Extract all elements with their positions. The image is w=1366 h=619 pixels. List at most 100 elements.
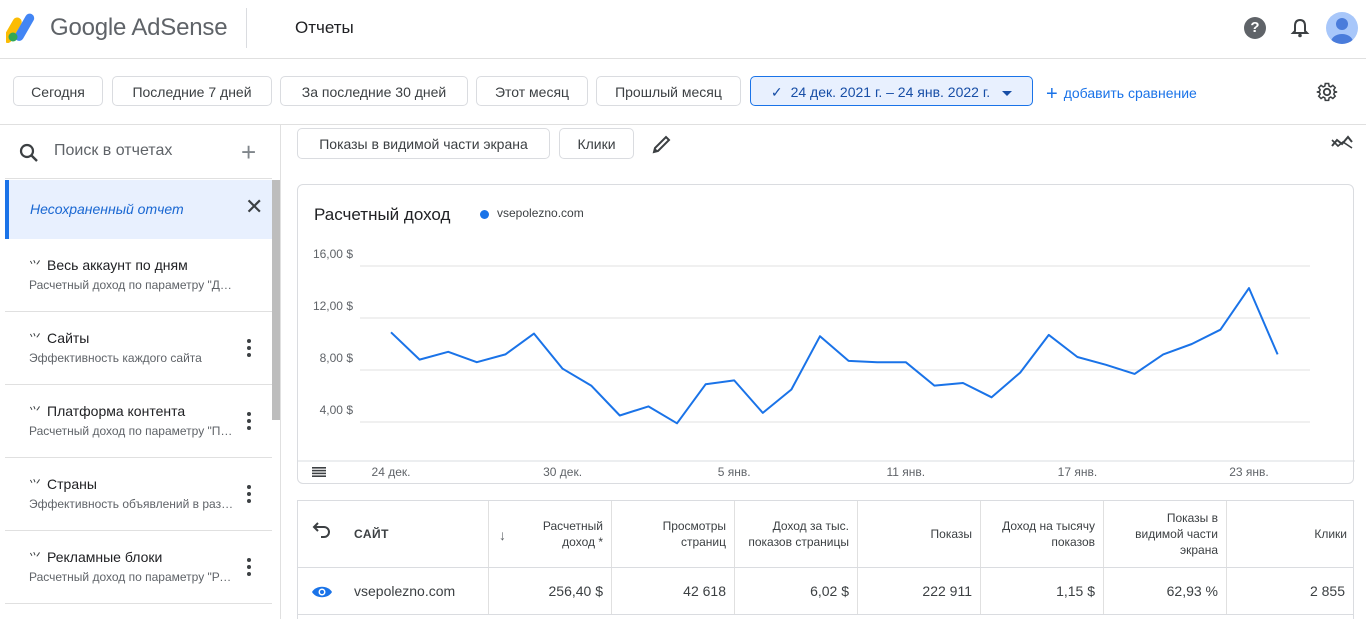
data-point[interactable] xyxy=(617,413,623,419)
add-comparison-button[interactable]: + добавить сравнение xyxy=(1046,83,1197,106)
adsense-logo-icon[interactable] xyxy=(6,10,42,44)
data-point[interactable] xyxy=(1103,362,1109,368)
data-point[interactable] xyxy=(903,359,909,365)
col-header-estimated-revenue[interactable]: ↓ Расчетный доход * xyxy=(489,501,612,567)
unsaved-report-item[interactable]: Несохраненный отчет ✕ xyxy=(5,180,272,239)
data-point[interactable] xyxy=(560,366,566,372)
sidebar-item-account-by-day[interactable]: ⺍ Весь аккаунт по дням Расчетный доход по… xyxy=(5,240,272,312)
data-point[interactable] xyxy=(674,420,680,426)
gear-icon[interactable] xyxy=(1316,81,1338,103)
more-options-icon[interactable] xyxy=(246,339,252,361)
report-subtitle: Расчетный доход по параметру "Дата" xyxy=(29,278,234,292)
report-subtitle: Расчетный доход по параметру "Платформа … xyxy=(29,424,234,438)
sparkline-icon: ⺍ xyxy=(29,551,42,565)
x-tick-label: 30 дек. xyxy=(543,465,582,479)
data-point[interactable] xyxy=(531,331,537,337)
date-chip-last-30-days[interactable]: За последние 30 дней xyxy=(280,76,468,106)
report-title: Сайты xyxy=(47,330,90,346)
search-input[interactable] xyxy=(52,141,226,161)
sidebar-item-content-platform[interactable]: ⺍ Платформа контента Расчетный доход по п… xyxy=(5,386,272,458)
report-subtitle: Эффективность объявлений в разных страна… xyxy=(29,497,234,511)
data-point[interactable] xyxy=(445,349,451,355)
help-icon[interactable]: ? xyxy=(1244,17,1266,39)
sidebar-item-sites[interactable]: ⺍ Сайты Эффективность каждого сайта xyxy=(5,313,272,385)
data-point[interactable] xyxy=(874,359,880,365)
add-comparison-label: добавить сравнение xyxy=(1063,85,1197,101)
data-point[interactable] xyxy=(817,333,823,339)
date-chip-last-month[interactable]: Прошлый месяц xyxy=(596,76,741,106)
date-chip-last-7-days[interactable]: Последние 7 дней xyxy=(112,76,272,106)
table-cell-impressions: 222 911 xyxy=(858,568,981,614)
sidebar-item-countries[interactable]: ⺍ Страны Эффективность объявлений в разны… xyxy=(5,459,272,531)
data-point[interactable] xyxy=(931,383,937,389)
data-point[interactable] xyxy=(502,351,508,357)
report-table: САЙТ ↓ Расчетный доход * Просмотры стран… xyxy=(297,500,1354,619)
data-point[interactable] xyxy=(989,394,995,400)
col-header-site[interactable]: САЙТ xyxy=(298,501,489,567)
sidebar-divider xyxy=(280,125,281,619)
data-point[interactable] xyxy=(1017,370,1023,376)
revenue-line-chart[interactable]: 4,00 $ 8,00 $ 12,00 $ 16,00 $ 24 дек. 30 дек.… xyxy=(298,185,1355,485)
data-point[interactable] xyxy=(960,380,966,386)
data-point[interactable] xyxy=(1189,341,1195,347)
x-tick-label: 17 янв. xyxy=(1058,465,1098,479)
data-point[interactable] xyxy=(1074,354,1080,360)
report-subtitle: Расчетный доход по параметру "Рекламный … xyxy=(29,570,234,584)
close-icon[interactable]: ✕ xyxy=(245,194,263,220)
plus-icon: + xyxy=(1046,83,1058,105)
data-point[interactable] xyxy=(1132,371,1138,377)
data-point[interactable] xyxy=(731,377,737,383)
report-title: Платформа контента xyxy=(47,403,186,419)
metric-chip-clicks[interactable]: Клики xyxy=(559,128,634,159)
data-point[interactable] xyxy=(417,357,423,363)
data-point[interactable] xyxy=(1217,327,1223,333)
metric-chip-viewable-impressions[interactable]: Показы в видимой части экрана xyxy=(297,128,550,159)
table-cell-page-rpm: 6,02 $ xyxy=(735,568,858,614)
check-icon: ✓ xyxy=(770,84,783,100)
data-point[interactable] xyxy=(1246,285,1252,291)
data-point[interactable] xyxy=(760,410,766,416)
report-title: Весь аккаунт по дням xyxy=(47,257,188,273)
col-header-page-views[interactable]: Просмотры страниц xyxy=(612,501,735,567)
data-point[interactable] xyxy=(1275,351,1281,357)
data-point[interactable] xyxy=(846,358,852,364)
series-line-vsepolezno[interactable] xyxy=(390,287,1279,425)
table-view-icon[interactable] xyxy=(312,467,326,477)
avatar[interactable] xyxy=(1326,12,1358,44)
report-search: + xyxy=(5,125,272,179)
selected-date-range: 24 дек. 2021 г. – 24 янв. 2022 г. xyxy=(790,84,991,100)
new-report-plus-icon[interactable]: + xyxy=(241,137,256,168)
data-point[interactable] xyxy=(645,403,651,409)
col-header-impression-rpm[interactable]: Доход на тысячу показов xyxy=(981,501,1104,567)
col-header-page-rpm[interactable]: Доход за тыс. показов страницы xyxy=(735,501,858,567)
data-point[interactable] xyxy=(788,387,794,393)
date-range-selector[interactable]: ✓ 24 дек. 2021 г. – 24 янв. 2022 г. xyxy=(750,76,1033,106)
data-point[interactable] xyxy=(1160,351,1166,357)
col-header-clicks[interactable]: Клики xyxy=(1227,501,1355,567)
col-header-impressions[interactable]: Показы xyxy=(858,501,981,567)
table-cell-site[interactable]: vsepolezno.com xyxy=(298,568,489,614)
data-point[interactable] xyxy=(703,381,709,387)
data-point[interactable] xyxy=(1046,332,1052,338)
x-tick-label: 11 янв. xyxy=(886,465,925,479)
more-options-icon[interactable] xyxy=(246,412,252,434)
data-point[interactable] xyxy=(388,329,394,335)
table-cell-impression-rpm: 1,15 $ xyxy=(981,568,1104,614)
table-cell-page-views: 42 618 xyxy=(612,568,735,614)
page-title: Отчеты xyxy=(295,18,354,37)
sidebar-scrollbar[interactable] xyxy=(272,180,280,420)
table-cell-estimated-revenue: 256,40 $ xyxy=(489,568,612,614)
x-tick-label: 23 янв. xyxy=(1229,465,1269,479)
col-header-viewable-impressions[interactable]: Показы в видимой части экрана xyxy=(1104,501,1227,567)
date-chip-this-month[interactable]: Этот месяц xyxy=(476,76,588,106)
sidebar-item-ad-units[interactable]: ⺍ Рекламные блоки Расчетный доход по пара… xyxy=(5,532,272,604)
pencil-icon[interactable] xyxy=(651,133,673,155)
data-point[interactable] xyxy=(588,383,594,389)
data-point[interactable] xyxy=(474,359,480,365)
date-chip-today[interactable]: Сегодня xyxy=(13,76,103,106)
bell-icon[interactable] xyxy=(1289,17,1311,39)
trend-chart-icon[interactable] xyxy=(1331,134,1353,152)
x-tick-label: 24 дек. xyxy=(372,465,411,479)
more-options-icon[interactable] xyxy=(246,485,252,507)
more-options-icon[interactable] xyxy=(246,558,252,580)
